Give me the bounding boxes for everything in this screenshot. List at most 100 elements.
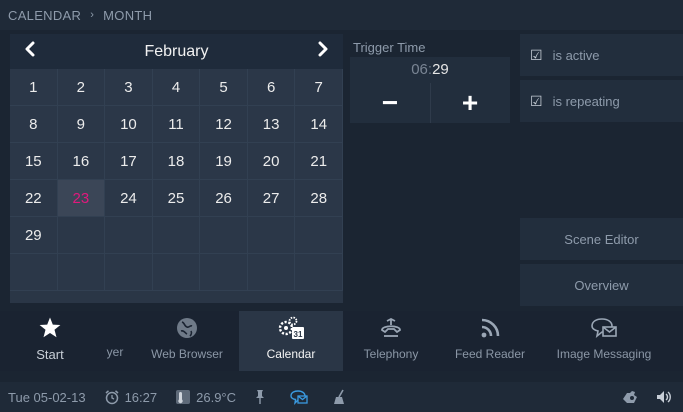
calendar-day-empty [200,254,248,291]
pin-button[interactable] [254,389,271,405]
star-icon [39,317,61,338]
calendar-day[interactable]: 7 [295,69,343,106]
breadcrumb-separator: › [90,9,95,21]
dock-item-image-messaging[interactable]: Image Messaging [548,311,660,371]
is-repeating-toggle[interactable]: ☑ is repeating [520,80,683,122]
dock-item-calendar[interactable]: 31 Calendar [239,311,343,371]
time-display: 06:29 [350,61,510,78]
dock-label-web-browser: Web Browser [151,347,223,361]
overview-button[interactable]: Overview [520,264,683,306]
alarm-clock-icon [105,390,119,405]
calendar-day-empty [247,217,296,254]
day-grid: 1 2 3 4 5 6 7 8 9 10 11 12 13 14 15 16 17 18 19 20 21 22 23 24 2… [10,69,343,291]
calendar-day[interactable]: 22 [10,180,58,217]
message-icon [591,318,617,338]
calendar-day[interactable]: 16 [57,143,106,180]
calendar-day[interactable]: 6 [247,69,296,106]
calendar-day[interactable]: 3 [105,69,153,106]
calendar-day[interactable]: 14 [295,106,343,143]
calendar-day-today[interactable]: 23 [57,180,106,217]
calendar-day[interactable]: 11 [152,106,201,143]
is-active-label: is active [552,47,600,63]
is-repeating-label: is repeating [552,93,620,109]
calendar-day-empty [152,217,201,254]
calendar-day-empty [200,217,248,254]
status-date: Tue 05-02-13 [8,389,86,405]
breadcrumb-section[interactable]: CALENDAR [8,8,81,23]
messages-button[interactable] [289,389,314,405]
calendar-day[interactable]: 8 [10,106,58,143]
dock-item-telephony[interactable]: Telephony [354,311,428,371]
calendar-day-empty [57,254,106,291]
calendar-day[interactable]: 17 [105,143,153,180]
settings-button[interactable] [621,389,639,405]
calendar-day[interactable]: 25 [152,180,201,217]
dock-label-image-messaging: Image Messaging [556,347,652,361]
calendar-day[interactable]: 10 [105,106,153,143]
calendar-day[interactable]: 19 [200,143,248,180]
app-window: CALENDAR › MONTH February 1 2 3 4 5 6 7 8 9 10 11 1… [0,0,683,412]
calendar-day[interactable]: 21 [295,143,343,180]
status-temperature: 26.9°C [196,389,237,405]
calendar-day-empty [10,254,58,291]
checkbox-checked-icon: ☑ [530,46,543,63]
calendar-day[interactable]: 9 [57,106,106,143]
calendar-gear-icon: 31 [278,316,304,339]
calendar-day[interactable]: 2 [57,69,106,106]
calendar-day[interactable]: 28 [295,180,343,217]
calendar-day[interactable]: 12 [200,106,248,143]
breadcrumb-page: MONTH [103,7,153,23]
calendar-day[interactable]: 26 [200,180,248,217]
status-time: 16:27 [124,389,158,405]
calendar-day-empty [152,254,201,291]
phone-icon [381,317,401,337]
calendar-day[interactable]: 5 [200,69,248,106]
cleaning-button[interactable] [332,389,353,405]
status-alarm[interactable]: 16:27 [104,389,158,405]
dock-label-calendar: Calendar [266,347,316,361]
broom-icon [334,389,345,404]
dock-item-feed-reader[interactable]: Feed Reader [446,311,534,371]
time-hours: 06 [411,61,428,78]
chevron-left-icon [25,41,35,57]
dock-label-player: yer [106,345,124,359]
calendar-badge: 31 [294,330,303,339]
calendar-day[interactable]: 1 [10,69,58,106]
calendar-header: February [10,34,343,69]
calendar-day[interactable]: 15 [10,143,58,180]
calendar-day[interactable]: 20 [247,143,296,180]
pin-icon [256,390,265,404]
calendar-day[interactable]: 13 [247,106,296,143]
speaker-icon [657,391,671,403]
app-dock: Start yer Web Browser 31 Calendar Teleph… [0,311,683,371]
prev-month-button[interactable] [10,40,50,63]
dock-item-start[interactable]: Start [18,311,82,371]
status-weather[interactable]: 26.9°C [175,389,236,405]
calendar-day[interactable]: 27 [247,180,296,217]
decrement-time-button[interactable]: − [350,83,431,123]
breadcrumb: CALENDAR › MONTH [0,0,683,30]
volume-button[interactable] [655,389,673,405]
dock-label-start: Start [36,347,64,362]
dock-item-player[interactable]: yer [100,311,130,371]
next-month-button[interactable] [303,40,343,63]
calendar-day[interactable]: 24 [105,180,153,217]
dock-item-web-browser[interactable]: Web Browser [140,311,234,371]
calendar-day[interactable]: 18 [152,143,201,180]
increment-time-button[interactable]: + [430,83,510,123]
calendar-day-empty [247,254,296,291]
dock-label-telephony: Telephony [363,347,419,361]
time-minutes: 29 [432,61,449,78]
status-right-icons [605,389,673,405]
is-active-toggle[interactable]: ☑ is active [520,34,683,76]
calendar-day[interactable]: 29 [10,217,58,254]
status-bar: Tue 05-02-13 16:27 26.9°C [0,382,683,412]
calendar-day[interactable]: 4 [152,69,201,106]
hand-settings-icon [623,391,637,403]
message-notification-icon [290,390,308,405]
scene-editor-button[interactable]: Scene Editor [520,218,683,260]
rss-icon [481,318,500,338]
calendar-day-empty [295,217,343,254]
month-calendar: February 1 2 3 4 5 6 7 8 9 10 11 12 13 14 15 16 17 18 19 20… [10,34,343,303]
calendar-day-empty [57,217,106,254]
